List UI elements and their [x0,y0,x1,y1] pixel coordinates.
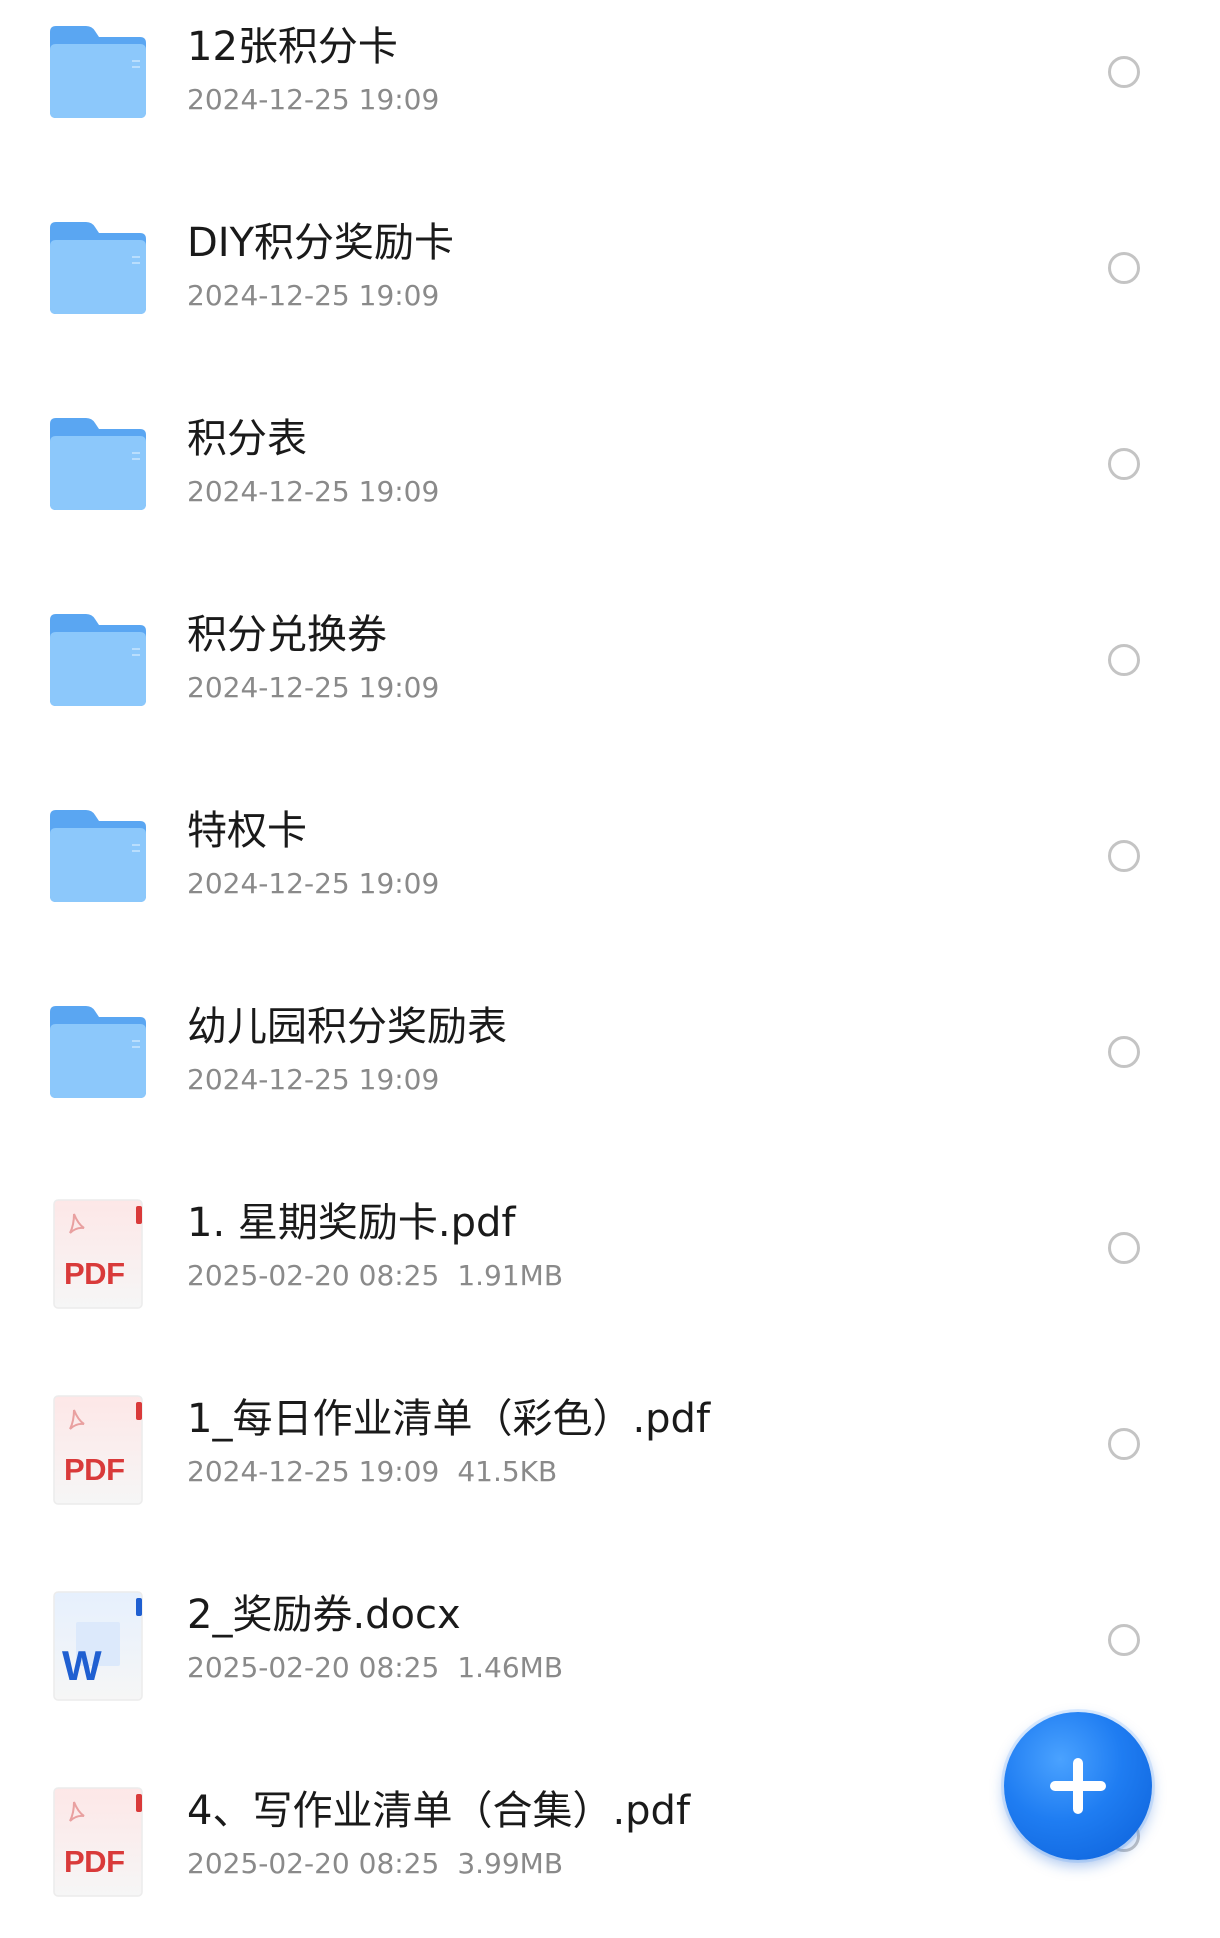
select-radio[interactable] [1108,252,1140,284]
file-name: 2_奖励券.docx [187,1592,461,1638]
select-radio[interactable] [1108,840,1140,872]
file-size: 41.5KB [457,1455,558,1488]
select-radio[interactable] [1108,1624,1140,1656]
file-date: 2025-02-20 08:25 [187,1847,440,1880]
file-meta: 2024-12-25 19:09 [187,1062,439,1098]
file-name: 1. 星期奖励卡.pdf [187,1200,516,1246]
file-meta: 2024-12-25 19:09 [187,82,439,118]
select-radio[interactable] [1108,1036,1140,1068]
file-date: 2024-12-25 19:09 [187,867,440,900]
folder-row[interactable]: 12张积分卡 2024-12-25 19:09 [0,22,1220,172]
file-date: 2024-12-25 19:09 [187,1455,440,1488]
file-name: 积分表 [187,416,307,462]
pdf-file-icon: PDF [52,1786,152,1897]
file-meta: 2024-12-25 19:09 [187,278,439,314]
file-name: 12张积分卡 [187,24,398,70]
file-name: 1_每日作业清单（彩色）.pdf [187,1396,711,1442]
folder-icon [48,614,148,724]
file-size: 1.46MB [457,1651,564,1684]
select-radio[interactable] [1108,644,1140,676]
pdf-file-icon: PDF [52,1198,152,1309]
word-file-icon: W [52,1590,152,1701]
pdf-badge-label: PDF [64,1256,125,1291]
file-name: DIY积分奖励卡 [187,220,455,266]
pdf-badge-label: PDF [64,1844,125,1879]
file-row[interactable]: PDF 1. 星期奖励卡.pdf 2025-02-20 08:25 1.91MB [0,1198,1220,1348]
folder-row[interactable]: 积分兑换券 2024-12-25 19:09 [0,610,1220,760]
select-radio[interactable] [1108,56,1140,88]
folder-icon [48,222,148,332]
add-button[interactable] [1004,1712,1152,1860]
pdf-file-icon: PDF [52,1394,152,1505]
file-size: 3.99MB [457,1847,564,1880]
file-name: 特权卡 [187,808,307,854]
file-date: 2024-12-25 19:09 [187,83,440,116]
folder-row[interactable]: 幼儿园积分奖励表 2024-12-25 19:09 [0,1002,1220,1152]
file-date: 2024-12-25 19:09 [187,671,440,704]
file-date: 2024-12-25 19:09 [187,475,440,508]
file-name: 积分兑换券 [187,612,387,658]
folder-icon [48,26,148,136]
file-meta: 2025-02-20 08:25 1.46MB [187,1650,563,1686]
word-badge-label: W [62,1642,102,1689]
folder-row[interactable]: 积分表 2024-12-25 19:09 [0,414,1220,564]
file-date: 2024-12-25 19:09 [187,279,440,312]
file-row[interactable]: PDF 1_每日作业清单（彩色）.pdf 2024-12-25 19:09 41.5K… [0,1394,1220,1544]
folder-row[interactable]: 特权卡 2024-12-25 19:09 [0,806,1220,956]
select-radio[interactable] [1108,448,1140,480]
file-date: 2025-02-20 08:25 [187,1651,440,1684]
file-date: 2024-12-25 19:09 [187,1063,440,1096]
file-meta: 2024-12-25 19:09 41.5KB [187,1454,557,1490]
file-size: 1.91MB [457,1259,564,1292]
pdf-badge-label: PDF [64,1452,125,1487]
file-meta: 2024-12-25 19:09 [187,670,439,706]
folder-icon [48,418,148,528]
file-meta: 2024-12-25 19:09 [187,474,439,510]
file-name: 幼儿园积分奖励表 [187,1004,507,1050]
file-date: 2025-02-20 08:25 [187,1259,440,1292]
plus-icon-stroke [1073,1758,1083,1814]
file-name: 4、写作业清单（合集）.pdf [187,1788,691,1834]
folder-icon [48,1006,148,1116]
folder-row[interactable]: DIY积分奖励卡 2024-12-25 19:09 [0,218,1220,368]
file-list: 12张积分卡 2024-12-25 19:09 DIY积分奖励卡 2024-12-25… [0,0,1220,1938]
select-radio[interactable] [1108,1232,1140,1264]
file-meta: 2024-12-25 19:09 [187,866,439,902]
folder-icon [48,810,148,920]
file-meta: 2025-02-20 08:25 3.99MB [187,1846,563,1882]
file-meta: 2025-02-20 08:25 1.91MB [187,1258,563,1294]
file-row[interactable]: W 2_奖励券.docx 2025-02-20 08:25 1.46MB [0,1590,1220,1740]
select-radio[interactable] [1108,1428,1140,1460]
